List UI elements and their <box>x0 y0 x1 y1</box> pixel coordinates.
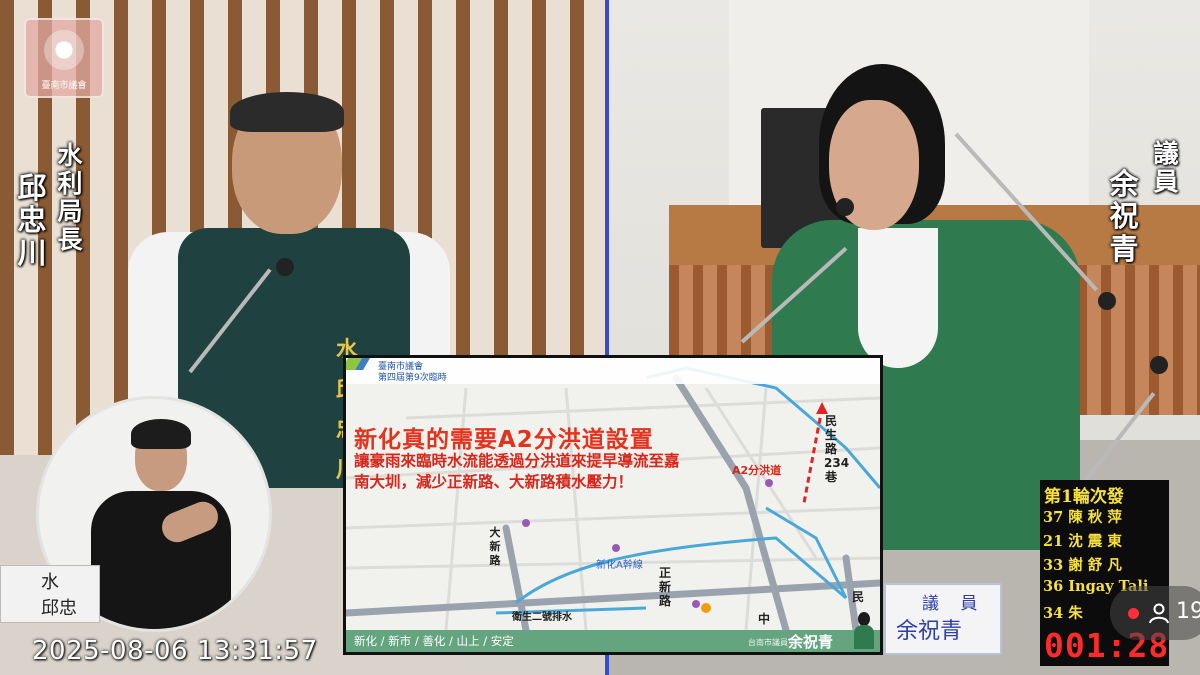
nameplate-role: 議 員 <box>922 594 986 614</box>
map-label-a2: A2分洪道 <box>732 464 782 477</box>
plum-blossom-icon <box>44 30 84 70</box>
speaking-round-title: 第1輪次發 <box>1044 487 1124 507</box>
presentation-slide: 臺南市議會 第四屆第9次臨時 新化真的需要A2分洪道設置 讓豪雨來臨時水流能透過… <box>343 355 883 655</box>
viewer-person-icon <box>1149 603 1169 624</box>
speaker-row: 21 沈 震 東 <box>1043 533 1122 550</box>
map-label-min: 民 <box>852 590 865 604</box>
slide-title: 新化真的需要A2分洪道設置 <box>354 427 654 453</box>
speaker-row: 33 謝 舒 凡 <box>1043 557 1122 574</box>
live-viewer-badge[interactable]: 19 <box>1110 586 1200 640</box>
map-label-zhengxin: 正新路 <box>658 566 671 608</box>
councilor-desk-nameplate: 議 員 余祝青 <box>884 583 1002 655</box>
microphone-icon <box>836 198 854 216</box>
map-label-daxin: 大新路 <box>489 526 501 567</box>
councilor-title-caption: 議 員 <box>1153 139 1179 196</box>
councilor-avatar <box>852 612 876 650</box>
microphone-icon <box>1150 356 1168 374</box>
video-frame: 水 邱 忠 川 臺南市議會 水 利 局 長 邱 忠 川 議 <box>0 0 1200 675</box>
slide-footer-org: 台南市議員 <box>748 638 788 647</box>
map-graphic <box>346 358 880 630</box>
map-label-minsheng: 民生路234巷 <box>824 414 850 484</box>
official-desk-nameplate: 水 邱忠 <box>0 565 100 623</box>
councilor-name-caption: 余 祝 青 <box>1109 167 1139 266</box>
speaker-row: 34 朱 <box>1043 605 1083 622</box>
viewer-count: 19 <box>1176 599 1200 624</box>
official-title-caption: 水 利 局 長 <box>57 141 83 254</box>
map-label-xinhua-a: 新化A幹線 <box>596 560 643 571</box>
nameplate-name: 余祝青 <box>896 619 963 644</box>
slide-footer: 新化 / 新市 / 善化 / 山上 / 安定 台南市議員 余祝青 <box>346 630 880 652</box>
interpreter-hair <box>131 419 191 449</box>
official-hair <box>230 92 344 132</box>
broadcast-timestamp: 2025-08-06 13:31:57 <box>32 636 318 666</box>
live-record-icon <box>1128 608 1139 619</box>
slide-district-list: 新化 / 新市 / 善化 / 山上 / 安定 <box>354 634 514 648</box>
official-name-caption: 邱 忠 川 <box>17 171 47 270</box>
council-logo: 臺南市議會 <box>24 18 104 98</box>
slide-footer-name: 余祝青 <box>788 633 834 651</box>
speaker-row: 37 陳 秋 萍 <box>1043 509 1122 526</box>
map-label-weisheng: 衛生二號排水 <box>512 612 572 623</box>
map-label-zhong: 中 <box>758 612 771 626</box>
microphone-icon <box>276 258 294 276</box>
slide-council-heading: 臺南市議會 第四屆第9次臨時 <box>378 362 447 383</box>
slide-body-text: 讓豪雨來臨時水流能透過分洪道來提早導流至嘉南大圳，減少正新路、大新路積水壓力！ <box>354 452 680 491</box>
councilor-shirt <box>858 228 938 368</box>
microphone-icon <box>1098 292 1116 310</box>
